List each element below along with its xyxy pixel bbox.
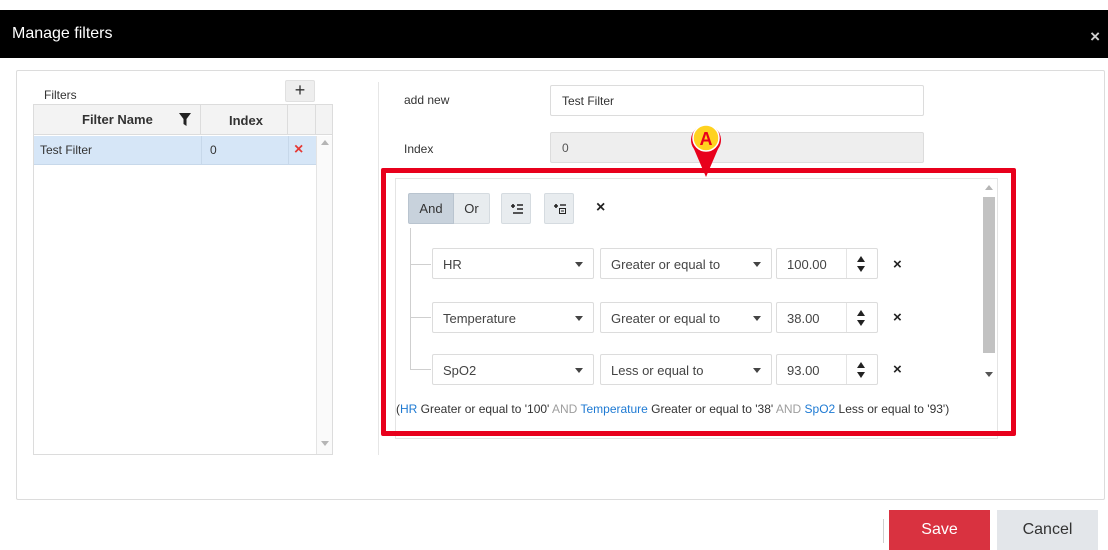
decrement-icon[interactable] <box>857 266 865 272</box>
dialog-title: Manage filters <box>12 25 113 42</box>
remove-condition-icon[interactable]: × <box>893 361 902 378</box>
tree-branch <box>410 369 431 370</box>
close-icon[interactable]: × <box>1090 27 1100 47</box>
add-condition-button[interactable] <box>501 193 531 224</box>
annotation-marker-icon: A <box>691 124 721 177</box>
column-header-actions <box>288 105 316 135</box>
filter-funnel-icon[interactable] <box>179 113 191 126</box>
operator-value: Less or equal to <box>611 363 704 378</box>
stepper-value: 38.00 <box>787 311 820 326</box>
remove-group-icon[interactable]: × <box>596 199 605 217</box>
remove-condition-icon[interactable]: × <box>893 309 902 326</box>
dropdown-arrow-icon <box>753 316 761 321</box>
delete-filter-icon[interactable]: × <box>294 141 303 159</box>
expression-field: SpO2 <box>801 402 836 416</box>
increment-icon[interactable] <box>857 256 865 262</box>
cell-divider <box>288 136 289 165</box>
scroll-down-icon[interactable] <box>321 441 329 446</box>
dropdown-arrow-icon <box>753 368 761 373</box>
stepper-value: 93.00 <box>787 363 820 378</box>
field-value: HR <box>443 257 462 272</box>
field-select[interactable]: Temperature <box>432 302 594 333</box>
remove-condition-icon[interactable]: × <box>893 256 902 273</box>
add-group-icon <box>554 204 566 214</box>
save-button[interactable]: Save <box>889 510 990 550</box>
scrollbar-thumb[interactable] <box>983 197 995 353</box>
scroll-up-icon[interactable] <box>321 140 329 145</box>
filter-expression: (HR Greater or equal to '100' AND Temper… <box>396 402 949 416</box>
value-stepper[interactable]: 38.00 <box>776 302 878 333</box>
decrement-icon[interactable] <box>857 320 865 326</box>
row-index: 0 <box>210 143 217 157</box>
field-select[interactable]: HR <box>432 248 594 279</box>
or-toggle-button[interactable]: Or <box>454 193 490 224</box>
and-toggle-button[interactable]: And <box>408 193 454 224</box>
column-header-filter-name[interactable]: Filter Name <box>34 105 201 135</box>
builder-scrollbar[interactable] <box>982 180 997 382</box>
grid-scrollbar[interactable] <box>316 136 332 454</box>
operator-value: Greater or equal to <box>611 311 721 326</box>
scroll-down-icon[interactable] <box>985 372 993 377</box>
plus-icon: + <box>294 80 306 100</box>
cell-divider <box>201 136 202 165</box>
cancel-button[interactable]: Cancel <box>997 510 1098 550</box>
operator-select[interactable]: Less or equal to <box>600 354 772 385</box>
stepper-divider <box>846 355 847 384</box>
field-value: Temperature <box>443 311 516 326</box>
value-stepper[interactable]: 93.00 <box>776 354 878 385</box>
tree-branch <box>410 317 431 318</box>
operator-value: Greater or equal to <box>611 257 721 272</box>
value-stepper[interactable]: 100.00 <box>776 248 878 279</box>
field-value: SpO2 <box>443 363 477 378</box>
column-label: Filter Name <box>82 112 153 127</box>
operator-select[interactable]: Greater or equal to <box>600 302 772 333</box>
dropdown-arrow-icon <box>575 262 583 267</box>
tree-connector <box>410 228 411 370</box>
row-filter-name: Test Filter <box>40 143 93 157</box>
expression-text: Greater or equal to '38' <box>647 402 776 416</box>
operator-select[interactable]: Greater or equal to <box>600 248 772 279</box>
expression-operator: AND <box>552 402 578 416</box>
dialog-titlebar: Manage filters × <box>0 10 1108 58</box>
column-label: Index <box>229 113 263 128</box>
expression-text: Less or equal to '93') <box>835 402 950 416</box>
expression-field: Temperature <box>577 402 648 416</box>
filters-label: Filters <box>44 88 77 102</box>
name-label: add new <box>404 93 450 107</box>
dropdown-arrow-icon <box>575 368 583 373</box>
scroll-up-icon[interactable] <box>985 185 993 190</box>
marker-label: A <box>700 129 713 149</box>
expression-operator: AND <box>775 402 802 416</box>
field-select[interactable]: SpO2 <box>432 354 594 385</box>
dropdown-arrow-icon <box>575 316 583 321</box>
stepper-value: 100.00 <box>787 257 827 272</box>
grid-header: Filter Name Index <box>34 105 332 135</box>
add-condition-icon <box>511 204 523 214</box>
add-filter-button[interactable]: + <box>285 80 315 102</box>
decrement-icon[interactable] <box>857 372 865 378</box>
index-label: Index <box>404 142 434 156</box>
dropdown-arrow-icon <box>753 262 761 267</box>
increment-icon[interactable] <box>857 362 865 368</box>
column-header-index[interactable]: Index <box>201 105 288 135</box>
tree-branch <box>410 264 431 265</box>
footer-divider <box>883 519 884 543</box>
increment-icon[interactable] <box>857 310 865 316</box>
panel-divider <box>378 82 379 455</box>
filters-grid: Filter Name Index Test Filter 0 × <box>33 104 333 455</box>
expression-field: HR <box>400 402 418 416</box>
table-row[interactable]: Test Filter 0 × <box>34 136 316 165</box>
top-strip <box>0 0 1108 10</box>
expression-text: Greater or equal to '100' <box>417 402 553 416</box>
index-input <box>550 132 924 163</box>
filter-name-input[interactable] <box>550 85 924 116</box>
stepper-divider <box>846 303 847 332</box>
stepper-divider <box>846 249 847 278</box>
add-group-button[interactable] <box>544 193 574 224</box>
